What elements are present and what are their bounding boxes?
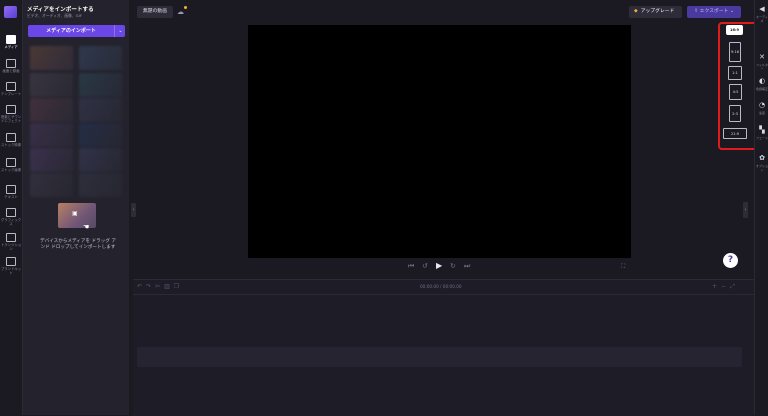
- undo-icon[interactable]: ↶: [137, 283, 146, 290]
- right-rail-label: フェード: [756, 136, 768, 140]
- media-thumbnail[interactable]: [79, 46, 122, 70]
- redo-icon[interactable]: ↷: [146, 283, 155, 290]
- app-logo[interactable]: [4, 6, 17, 18]
- transition-icon: [6, 233, 16, 242]
- rail-item-transitions[interactable]: トランジション: [0, 233, 22, 251]
- text-icon: [6, 185, 16, 194]
- rewind-icon[interactable]: ↺: [422, 262, 428, 270]
- aspect-ratio-9-16[interactable]: 9:16: [729, 42, 741, 62]
- import-media-label[interactable]: メディアのインポート: [28, 25, 114, 37]
- panel-subtitle: ビデオ、オーディオ、画像、GIF: [27, 13, 82, 18]
- contrast-icon[interactable]: ◐: [756, 77, 768, 85]
- right-rail-label: フィルター: [756, 63, 768, 71]
- timeline-track[interactable]: [137, 347, 742, 367]
- help-button[interactable]: ?: [723, 253, 738, 268]
- rail-item-music[interactable]: 音楽とサウンドエフェクト: [0, 105, 22, 123]
- media-thumbnail[interactable]: [30, 98, 73, 122]
- media-thumbnail[interactable]: [79, 123, 122, 147]
- timeline-timecode: 00:00.00 / 00:00.00: [420, 284, 462, 289]
- rail-item-text[interactable]: テキスト: [0, 185, 22, 199]
- aspect-ratio-16-9[interactable]: 16:9: [726, 25, 743, 35]
- magic-icon[interactable]: ✕: [756, 53, 768, 61]
- media-thumbnail[interactable]: [79, 73, 122, 97]
- project-title[interactable]: 無題の動画: [137, 6, 173, 18]
- timeline-zoom-controls: +−⤢: [712, 283, 739, 291]
- rail-item-graphics[interactable]: グラフィックス: [0, 208, 22, 226]
- collapse-panel-handle[interactable]: ‹: [131, 203, 136, 217]
- timeline-ruler: [133, 294, 754, 295]
- skip-back-icon[interactable]: ⏮: [408, 262, 414, 271]
- rail-item-record[interactable]: 画面と録画: [0, 59, 22, 73]
- video-camera-icon: [6, 59, 16, 68]
- image-icon: [6, 158, 16, 167]
- split-icon[interactable]: ✂: [155, 283, 164, 290]
- media-thumbnail[interactable]: [79, 148, 122, 172]
- speaker-icon[interactable]: ◀: [756, 5, 768, 13]
- aspect-ratio-4-5[interactable]: 4:5: [729, 84, 742, 100]
- template-grid-icon: [6, 82, 16, 91]
- brand-kit-icon: [6, 257, 16, 266]
- image-placeholder-icon: ▣: [72, 210, 78, 217]
- media-thumbnail[interactable]: [79, 173, 122, 197]
- export-button[interactable]: ⇪ エクスポート ⌄: [687, 6, 741, 18]
- play-icon[interactable]: ▶: [436, 261, 442, 270]
- rail-item-stock-video[interactable]: ストック映像: [0, 133, 22, 147]
- upgrade-label: アップグレード: [640, 9, 675, 14]
- playback-controls: ⏮ ↺ ▶ ↻ ⏭: [400, 261, 480, 272]
- rail-item-media[interactable]: メディア: [0, 35, 22, 49]
- upgrade-button[interactable]: ◆ アップグレード: [629, 6, 682, 18]
- right-rail-label: オーディオ: [756, 15, 768, 23]
- import-options-chevron-icon[interactable]: ⌄: [114, 25, 126, 37]
- skip-forward-icon[interactable]: ⏭: [464, 262, 470, 271]
- timeline-toolbar: ↶↷✂▥❐: [137, 283, 183, 290]
- right-rail-label: 色調補正: [756, 87, 768, 91]
- collapse-properties-handle[interactable]: ›: [743, 202, 748, 218]
- media-thumbnail[interactable]: [79, 98, 122, 122]
- media-thumbnail[interactable]: [30, 123, 73, 147]
- expand-icon[interactable]: ⤢: [730, 283, 739, 290]
- rail-item-stock-images[interactable]: ストック画像: [0, 158, 22, 172]
- rail-item-brand-kit[interactable]: ブランドキット: [0, 257, 22, 275]
- zoom-in-icon[interactable]: +: [712, 283, 721, 290]
- drop-zone-text: デバイスからメディアを ドラッグ アンド ドロップしてインポートします: [40, 239, 116, 250]
- forward-icon[interactable]: ↻: [450, 262, 456, 270]
- hand-cursor-icon: ☚: [83, 223, 90, 231]
- media-thumbnail[interactable]: [30, 73, 73, 97]
- video-preview-canvas[interactable]: [248, 25, 631, 258]
- film-icon: [6, 133, 16, 142]
- music-note-icon: [6, 105, 16, 114]
- export-label: エクスポート: [699, 9, 729, 14]
- duplicate-icon[interactable]: ❐: [174, 283, 183, 290]
- fullscreen-icon[interactable]: ⛶: [621, 263, 625, 271]
- options-icon[interactable]: ✿: [756, 154, 768, 162]
- media-thumbnail[interactable]: [30, 46, 73, 70]
- speed-icon[interactable]: ◔: [756, 101, 768, 109]
- rail-item-templates[interactable]: テンプレート: [0, 82, 22, 96]
- chevron-down-icon: ⌄: [729, 9, 734, 14]
- aspect-ratio-2-3[interactable]: 2:3: [729, 105, 741, 122]
- delete-icon[interactable]: ▥: [164, 283, 174, 290]
- cloud-sync-icon[interactable]: ☁: [177, 8, 184, 16]
- zoom-out-icon[interactable]: −: [721, 283, 730, 290]
- shapes-icon: [6, 208, 16, 217]
- folder-icon: [6, 35, 16, 44]
- fade-icon[interactable]: ▚: [756, 126, 768, 134]
- right-rail-label: 速度: [758, 111, 765, 115]
- sync-status-dot: [184, 6, 187, 9]
- panel-title: メディアをインポートする: [27, 7, 94, 13]
- media-thumbnail[interactable]: [30, 173, 73, 197]
- diamond-icon: ◆: [634, 9, 638, 14]
- aspect-ratio-21-9[interactable]: 21:9: [723, 128, 747, 139]
- media-thumbnail[interactable]: [30, 148, 73, 172]
- right-rail-label: オプション: [756, 164, 768, 172]
- aspect-ratio-1-1[interactable]: 1:1: [728, 66, 742, 80]
